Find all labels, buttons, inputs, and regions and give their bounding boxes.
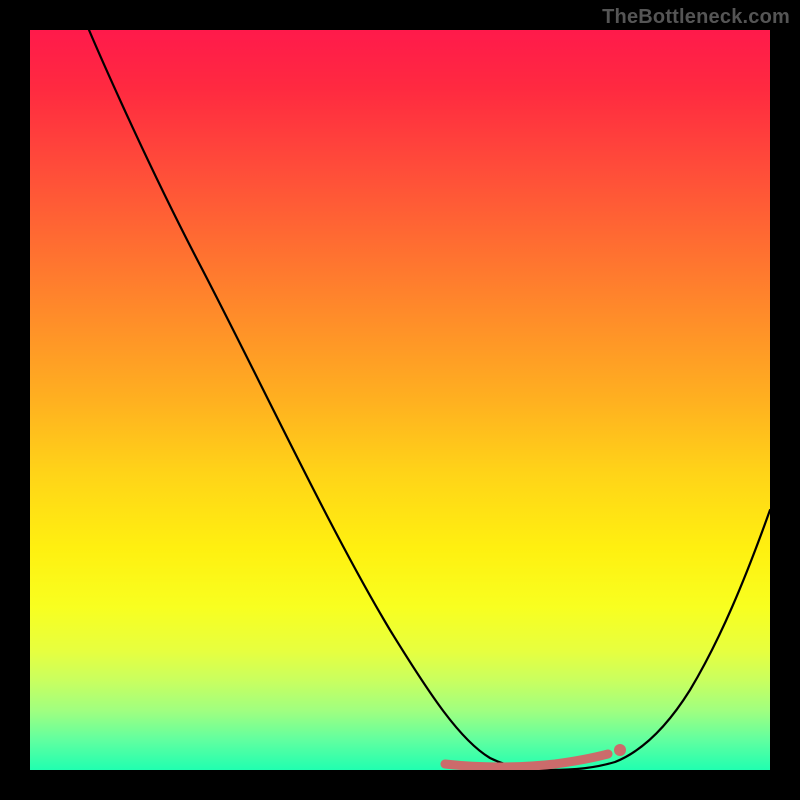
bottleneck-curve (89, 30, 770, 770)
sweet-spot-dot (614, 744, 626, 756)
plot-area (30, 30, 770, 770)
chart-svg (30, 30, 770, 770)
watermark-text: TheBottleneck.com (602, 6, 790, 29)
sweet-spot-band (445, 754, 608, 767)
chart-frame: TheBottleneck.com (0, 0, 800, 800)
